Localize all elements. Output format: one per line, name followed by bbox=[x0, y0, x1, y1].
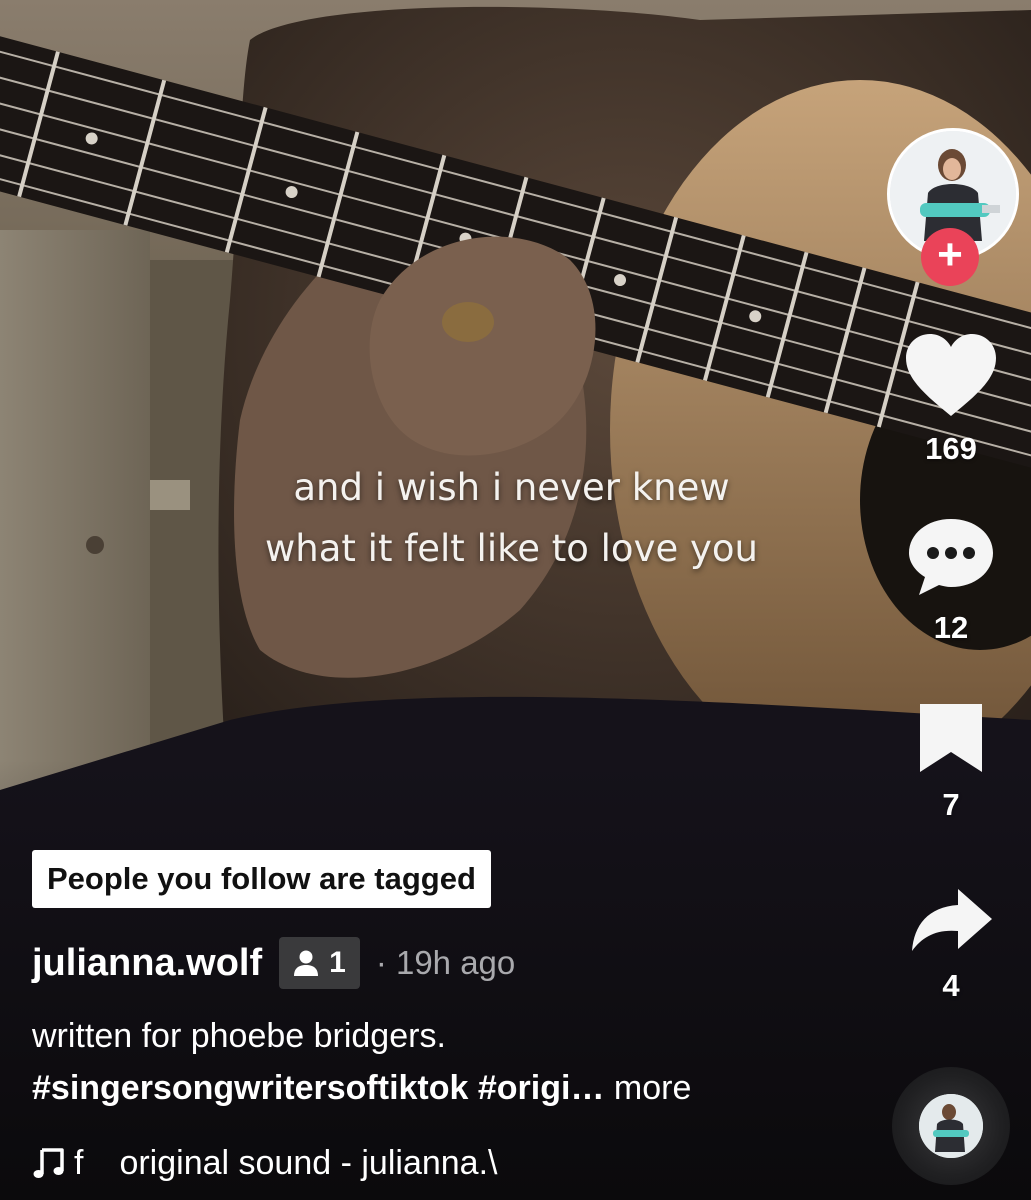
bookmark-icon bbox=[920, 704, 982, 772]
post-time: · 19h ago bbox=[375, 944, 516, 981]
hashtags[interactable]: #singersongwritersoftiktok #origi… bbox=[32, 1069, 604, 1107]
lyric-line-2: what it felt like to love you bbox=[265, 527, 758, 570]
comment-button[interactable]: 12 bbox=[896, 515, 1006, 646]
tagged-notice[interactable]: People you follow are tagged bbox=[32, 850, 491, 908]
lyric-line-1: and i wish i never knew bbox=[293, 466, 730, 509]
post-caption: written for phoebe bridgers. bbox=[32, 1017, 446, 1055]
person-icon bbox=[294, 950, 319, 976]
comment-icon bbox=[909, 519, 993, 595]
plus-icon: + bbox=[937, 230, 963, 279]
share-button[interactable]: 4 bbox=[896, 885, 1006, 1004]
sound-marquee-fragment: f bbox=[74, 1143, 84, 1182]
sound-cover-image bbox=[919, 1094, 983, 1158]
comment-count: 12 bbox=[933, 610, 969, 645]
tagged-people-badge[interactable]: 1 bbox=[279, 937, 360, 989]
tagged-people-count: 1 bbox=[329, 946, 346, 979]
more-link[interactable]: more bbox=[604, 1069, 691, 1107]
sound-cover-art bbox=[919, 1094, 983, 1158]
sound-disc-button[interactable] bbox=[892, 1067, 1010, 1185]
sound-title: original sound - julianna.\ bbox=[119, 1143, 498, 1182]
music-note-icon bbox=[33, 1148, 64, 1178]
sound-row[interactable]: f original sound - julianna.\ bbox=[32, 1140, 497, 1186]
heart-icon bbox=[906, 334, 996, 416]
follow-button[interactable]: + bbox=[921, 228, 979, 286]
hashtags-line: #singersongwritersoftiktok #origi… more bbox=[32, 1069, 691, 1108]
creator-username[interactable]: julianna.wolf bbox=[32, 942, 262, 985]
creator-avatar-button[interactable]: + bbox=[887, 128, 1019, 286]
share-arrow-icon bbox=[912, 889, 992, 951]
like-count: 169 bbox=[925, 431, 977, 466]
save-count: 7 bbox=[942, 787, 960, 822]
share-count: 4 bbox=[942, 968, 960, 1003]
tiktok-video-screen: and i wish i never knew what it felt lik… bbox=[0, 0, 1031, 1200]
creator-meta-row: julianna.wolf 1 · 19h ago bbox=[32, 932, 515, 994]
save-button[interactable]: 7 bbox=[896, 700, 1006, 823]
like-button[interactable]: 169 bbox=[896, 332, 1006, 467]
